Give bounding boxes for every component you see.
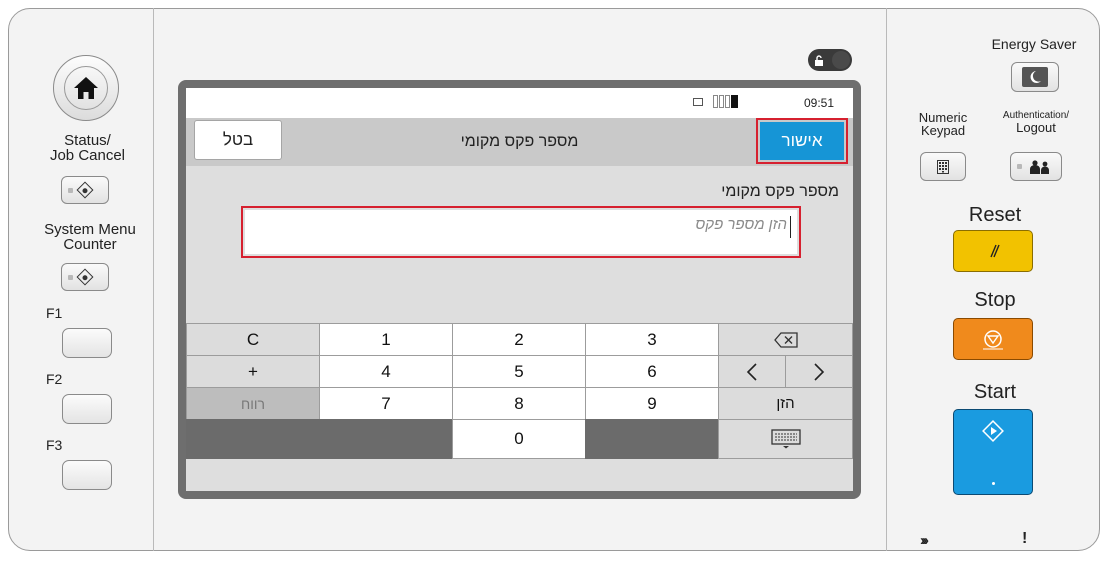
key-0[interactable]: 0 [452,419,586,459]
chevron-left-icon [746,362,757,381]
key-3[interactable]: 3 [585,323,719,356]
cursor-left-key[interactable] [718,355,786,388]
key-8[interactable]: 8 [452,387,586,420]
keypad-blank-left [186,419,453,459]
key-backspace[interactable] [718,323,853,356]
energy-saver-label: Energy Saver [991,36,1077,52]
numeric-keypad-button[interactable] [920,152,966,181]
touch-screen: 09:51 בטל מספר פקס מקומי אישור מספר פקס … [186,88,853,491]
keypad: C 1 2 3 + 4 5 6 רווח 7 8 9 הזן 0 [186,323,853,491]
key-7[interactable]: 7 [319,387,453,420]
diamond-icon [76,181,94,199]
keypad-blank-right [585,419,719,459]
key-5[interactable]: 5 [452,355,586,388]
key-9[interactable]: 9 [585,387,719,420]
cast-icon [693,98,703,106]
system-menu-counter-label: System Menu Counter [44,221,136,253]
start-led [992,482,995,485]
start-button[interactable] [953,409,1033,495]
screen-title: מספר פקס מקומי [460,133,579,150]
key-6[interactable]: 6 [585,355,719,388]
reset-icon [990,244,1000,258]
key-2[interactable]: 2 [452,323,586,356]
status-job-cancel-button[interactable] [61,176,109,204]
lock-toggle[interactable] [808,49,852,71]
data-indicator-icon: ››› [920,532,929,549]
status-job-cancel-label: Status/ Job Cancel [49,132,126,164]
fax-number-placeholder: הזן מספר פקס [695,216,787,233]
status-bar: 09:51 [186,88,853,118]
ok-button[interactable]: אישור [760,122,844,160]
f3-label: F3 [46,437,63,453]
diamond-icon [76,268,94,286]
reset-button[interactable] [953,230,1033,272]
keypad-icon [937,159,949,174]
f2-label: F2 [46,371,63,387]
left-divider [153,8,154,551]
cursor-right-key[interactable] [785,355,853,388]
text-caret [790,216,791,238]
authentication-logout-button[interactable] [1010,152,1062,181]
keyboard-icon [770,429,801,449]
keyboard-toggle-key[interactable] [718,419,853,459]
field-label: מספר פקס מקומי [721,183,839,200]
users-icon [1030,159,1049,174]
start-icon [982,420,1004,442]
system-led [68,274,73,280]
key-plus[interactable]: + [186,355,320,388]
reset-label: Reset [968,204,1022,226]
f3-button[interactable] [62,460,112,490]
clock: 09:51 [804,96,835,110]
auth-led [1017,164,1022,169]
chevron-right-icon [814,362,825,381]
energy-saver-button[interactable] [1011,62,1059,92]
f1-label: F1 [46,305,63,321]
stop-label: Stop [974,289,1016,311]
system-menu-button[interactable] [61,263,109,291]
right-divider [886,8,887,551]
moon-icon [1022,67,1048,87]
home-button[interactable] [53,55,119,121]
key-enter[interactable]: הזן [718,387,853,420]
key-1[interactable]: 1 [319,323,453,356]
key-clear[interactable]: C [186,323,320,356]
home-icon [64,66,108,110]
numeric-keypad-label: Numeric Keypad [918,110,968,138]
attention-indicator: ! [1022,530,1028,547]
stop-button[interactable] [953,318,1033,360]
stop-icon [983,330,1003,350]
toner-level-icon [713,95,739,108]
key-4[interactable]: 4 [319,355,453,388]
fax-number-input[interactable]: הזן מספר פקס [245,210,797,254]
key-space[interactable]: רווח [186,387,320,420]
f1-button[interactable] [62,328,112,358]
logout-label: Logout [1016,120,1056,135]
status-led [68,187,73,193]
lock-icon [810,51,828,69]
start-label: Start [973,381,1017,403]
backspace-icon [773,331,798,348]
f2-button[interactable] [62,394,112,424]
